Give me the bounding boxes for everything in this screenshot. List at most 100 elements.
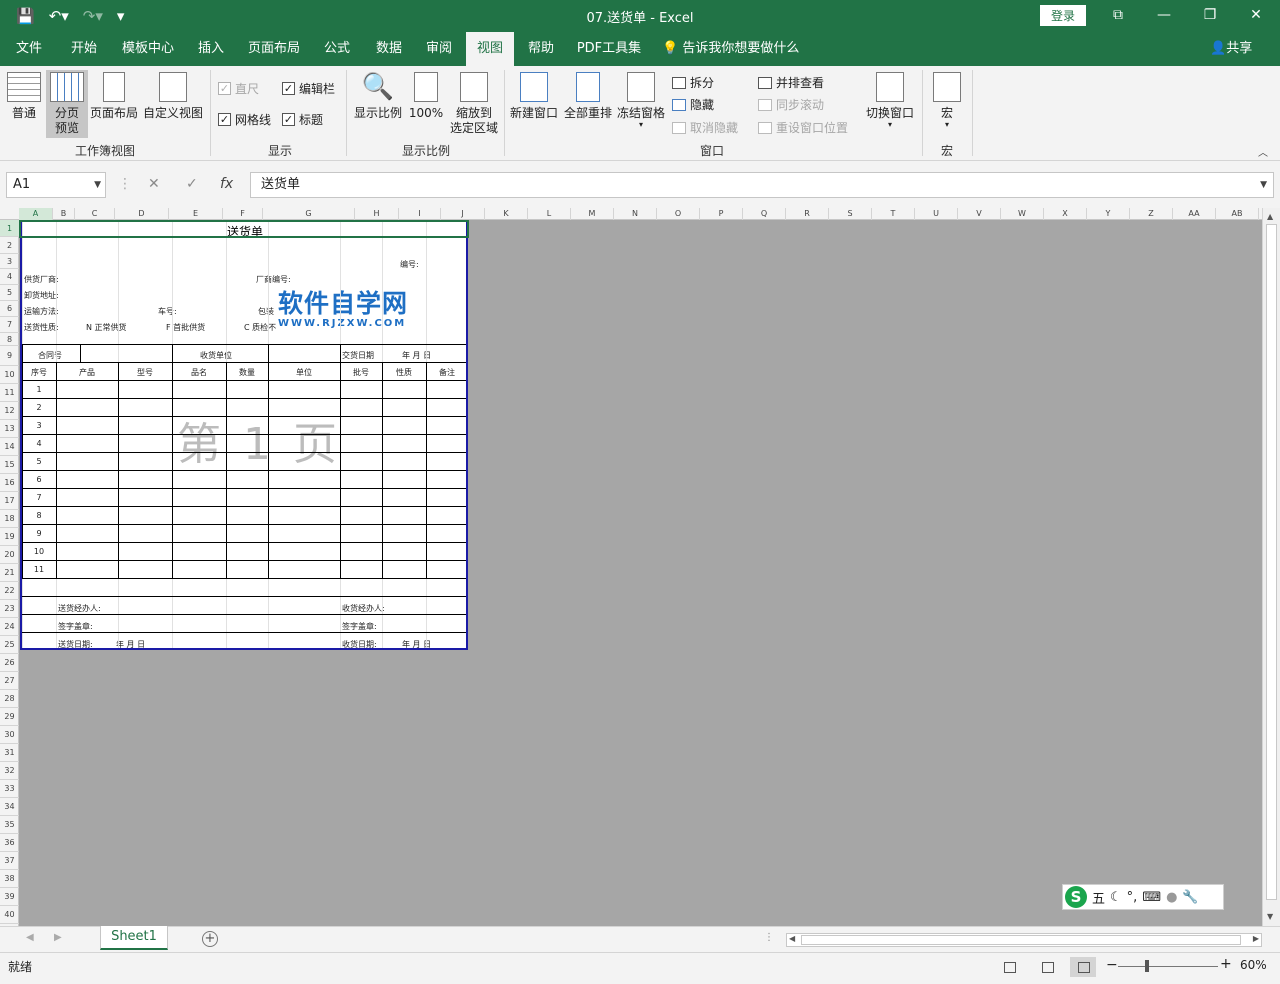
row-header[interactable]: 5 (0, 285, 19, 301)
tab-split-handle[interactable]: ⋮ (764, 932, 774, 943)
column-header[interactable]: Z (1130, 208, 1173, 220)
login-button[interactable]: 登录 (1040, 5, 1086, 26)
share-button[interactable]: 👤共享 (1210, 32, 1252, 66)
tab-review[interactable]: 审阅 (418, 32, 460, 66)
tab-view[interactable]: 视图 (466, 32, 514, 66)
ime-toolbar[interactable]: S 五 ☾ °, ⌨ ● 🔧 (1062, 884, 1224, 910)
collapse-ribbon-icon[interactable]: ︿ (1258, 144, 1268, 159)
sync-scroll-button[interactable]: 同步滚动 (758, 96, 824, 113)
new-window-button[interactable]: 新建窗口 (508, 70, 560, 138)
row-header[interactable]: 29 (0, 708, 19, 726)
tell-me-search[interactable]: 💡 告诉我你想要做什么 (662, 32, 799, 66)
column-header[interactable]: AA (1173, 208, 1216, 220)
worksheet-grid[interactable]: A B C D E F G H I J K L M N O P Q R S T U V W X Y Z AA AB 123456789… (0, 208, 1280, 926)
zoom-to-selection-button[interactable]: 缩放到 选定区域 (448, 70, 500, 140)
tab-help[interactable]: 帮助 (520, 32, 562, 66)
row-header[interactable]: 4 (0, 269, 19, 285)
column-header[interactable]: I (399, 208, 441, 220)
row-header[interactable]: 33 (0, 780, 19, 798)
moon-icon[interactable]: ☾ (1110, 890, 1122, 905)
split-button[interactable]: 拆分 (672, 74, 714, 91)
column-header[interactable]: H (355, 208, 399, 220)
page-layout-status-button[interactable] (1034, 957, 1060, 977)
restore-icon[interactable]: ❐ (1190, 4, 1230, 28)
row-header[interactable]: 13 (0, 420, 19, 438)
print-page[interactable]: 送货单 编号: 供货厂商: 厂商编号: 卸货地址: 运输方法: 车号: 包装 送… (20, 220, 468, 650)
vertical-scroll-thumb[interactable] (1266, 224, 1277, 900)
column-header[interactable]: F (223, 208, 263, 220)
row-header[interactable]: 24 (0, 618, 19, 636)
row-header[interactable]: 18 (0, 510, 19, 528)
column-header[interactable]: N (614, 208, 657, 220)
row-header[interactable]: 20 (0, 546, 19, 564)
row-header[interactable]: 32 (0, 762, 19, 780)
tab-insert[interactable]: 插入 (190, 32, 232, 66)
row-header[interactable]: 7 (0, 317, 19, 333)
row-header[interactable]: 15 (0, 456, 19, 474)
gridlines-checkbox[interactable]: ✓ 网格线 (218, 111, 271, 128)
column-header[interactable]: P (700, 208, 743, 220)
horizontal-scrollbar[interactable]: ◀ ▶ (786, 933, 1262, 947)
column-header[interactable]: A (19, 208, 53, 220)
punctuation-icon[interactable]: °, (1127, 890, 1138, 905)
normal-view-status-button[interactable] (996, 957, 1022, 977)
row-header[interactable]: 31 (0, 744, 19, 762)
column-header[interactable]: V (958, 208, 1001, 220)
formula-bar-checkbox[interactable]: ✓ 编辑栏 (282, 80, 335, 97)
zoom-percent[interactable]: 60% (1240, 958, 1267, 972)
user-icon[interactable]: ● (1166, 890, 1177, 905)
row-header[interactable]: 27 (0, 672, 19, 690)
column-header[interactable]: Q (743, 208, 786, 220)
row-header[interactable]: 2 (0, 237, 19, 254)
minimize-icon[interactable]: — (1144, 4, 1184, 28)
ruler-checkbox[interactable]: ✓ 直尺 (218, 80, 259, 97)
switch-windows-button[interactable]: 切换窗口 ▾ (864, 70, 916, 142)
column-header[interactable]: S (829, 208, 872, 220)
row-header[interactable]: 17 (0, 492, 19, 510)
row-header[interactable]: 26 (0, 654, 19, 672)
row-header[interactable]: 11 (0, 384, 19, 402)
row-header[interactable]: 34 (0, 798, 19, 816)
selected-cell-a1[interactable] (19, 220, 469, 238)
column-header[interactable]: L (528, 208, 571, 220)
prev-sheet-icon[interactable]: ◀ (26, 932, 34, 943)
unhide-button[interactable]: 取消隐藏 (672, 119, 738, 136)
ime-mode[interactable]: 五 (1092, 888, 1105, 907)
row-header[interactable]: 35 (0, 816, 19, 834)
reset-window-position-button[interactable]: 重设窗口位置 (758, 119, 848, 136)
column-header[interactable]: T (872, 208, 915, 220)
row-header[interactable]: 28 (0, 690, 19, 708)
column-header[interactable]: B (53, 208, 75, 220)
scroll-left-icon[interactable]: ◀ (789, 934, 795, 943)
row-header[interactable]: 39 (0, 888, 19, 906)
tab-file[interactable]: 文件 (8, 32, 50, 66)
column-header[interactable]: U (915, 208, 958, 220)
zoom-slider-thumb[interactable] (1145, 960, 1149, 972)
column-header[interactable]: E (169, 208, 223, 220)
zoom-out-icon[interactable]: − (1106, 957, 1118, 973)
column-header[interactable]: O (657, 208, 700, 220)
headings-checkbox[interactable]: ✓ 标题 (282, 111, 323, 128)
sogou-logo-icon[interactable]: S (1065, 886, 1087, 908)
ribbon-display-icon[interactable]: ⧉ (1098, 4, 1138, 28)
row-header[interactable]: 1 (0, 220, 19, 237)
row-header[interactable]: 36 (0, 834, 19, 852)
row-header[interactable]: 40 (0, 906, 19, 924)
row-header[interactable]: 38 (0, 870, 19, 888)
tab-data[interactable]: 数据 (368, 32, 410, 66)
row-header[interactable]: 22 (0, 582, 19, 600)
freeze-panes-button[interactable]: 冻结窗格 ▾ (614, 70, 668, 142)
arrange-all-button[interactable]: 全部重排 (562, 70, 614, 138)
tab-home[interactable]: 开始 (62, 32, 106, 66)
wrench-icon[interactable]: 🔧 (1182, 890, 1198, 905)
cancel-icon[interactable]: ✕ (148, 176, 160, 192)
row-header[interactable]: 12 (0, 402, 19, 420)
page-break-status-button[interactable] (1070, 957, 1096, 977)
vertical-scrollbar[interactable]: ▲ ▼ (1262, 208, 1280, 926)
row-header[interactable]: 9 (0, 346, 19, 366)
zoom-100-button[interactable]: 100% (406, 70, 446, 138)
row-header[interactable]: 6 (0, 301, 19, 317)
sheet-tab-sheet1[interactable]: Sheet1 (100, 926, 168, 950)
tab-template[interactable]: 模板中心 (116, 32, 180, 66)
column-header[interactable]: C (75, 208, 115, 220)
